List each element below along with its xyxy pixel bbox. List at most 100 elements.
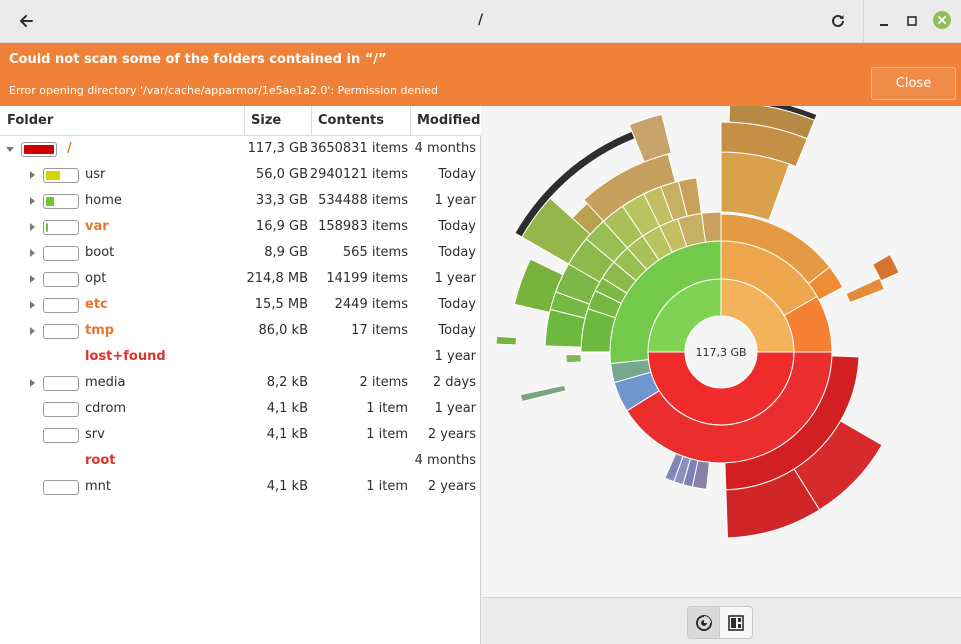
expander-right-icon[interactable] — [27, 248, 37, 258]
view-switcher-bar — [482, 597, 961, 644]
infobar-close-button[interactable]: Close — [871, 67, 956, 100]
folder-size: 8,9 GB — [264, 245, 308, 260]
folder-modified: Today — [438, 323, 476, 338]
ring-segment[interactable] — [845, 277, 886, 304]
folder-name: home — [85, 193, 122, 208]
folder-contents: 2940121 items — [309, 167, 408, 182]
folder-size: 86,0 kB — [258, 323, 308, 338]
tree-row[interactable]: etc 15,5 MB 2449 items Today — [0, 292, 481, 318]
tree-row[interactable]: media 8,2 kB 2 items 2 days — [0, 370, 481, 396]
ring-segment[interactable] — [495, 335, 518, 346]
column-contents[interactable]: Contents — [318, 113, 384, 128]
folder-contents: 534488 items — [318, 193, 408, 208]
window-title: / — [477, 12, 484, 28]
chart-center-label: 117,3 GB — [695, 346, 746, 359]
expander-right-icon[interactable] — [27, 274, 37, 284]
tree-row[interactable]: home 33,3 GB 534488 items 1 year — [0, 188, 481, 214]
rings-chart[interactable]: 117,3 GB — [482, 95, 961, 597]
treemap-view-button[interactable] — [720, 606, 753, 639]
folder-name: opt — [85, 271, 107, 286]
column-divider — [410, 106, 411, 136]
usage-bar — [21, 142, 57, 157]
folder-name: mnt — [85, 479, 111, 494]
rings-chart-icon — [695, 614, 712, 631]
folder-size: 4,1 kB — [266, 401, 308, 416]
treemap-chart-icon — [728, 614, 744, 631]
folder-contents: 14199 items — [326, 271, 408, 286]
folder-size: 4,1 kB — [266, 479, 308, 494]
folder-tree[interactable]: Folder Size Contents Modified /117,3 GB 3… — [0, 106, 481, 644]
tree-row[interactable]: cdrom 4,1 kB 1 item 1 year — [0, 396, 481, 422]
tree-row[interactable]: lost+found 1 year — [0, 344, 481, 370]
folder-size: 15,5 MB — [254, 297, 308, 312]
maximize-button[interactable] — [896, 6, 928, 36]
tree-row[interactable]: tmp 86,0 kB 17 items Today — [0, 318, 481, 344]
folder-contents: 17 items — [351, 323, 408, 338]
folder-size: 4,1 kB — [266, 427, 308, 442]
folder-modified: 2 years — [427, 479, 476, 494]
folder-modified: 4 months — [414, 141, 476, 156]
folder-modified: Today — [438, 245, 476, 260]
folder-size: 33,3 GB — [255, 193, 308, 208]
folder-contents: 3650831 items — [309, 141, 408, 156]
tree-row[interactable]: opt 214,8 MB 14199 items 1 year — [0, 266, 481, 292]
usage-bar — [43, 168, 79, 183]
usage-bar — [43, 220, 79, 235]
folder-name: srv — [85, 427, 105, 442]
folder-size: 214,8 MB — [246, 271, 308, 286]
column-size[interactable]: Size — [251, 113, 281, 128]
expander-right-icon[interactable] — [27, 196, 37, 206]
folder-name: etc — [85, 297, 108, 312]
tree-row[interactable]: srv 4,1 kB 1 item 2 years — [0, 422, 481, 448]
tree-row[interactable]: / 117,3 GB 3650831 items 4 months — [0, 136, 481, 162]
folder-modified: 1 year — [434, 193, 476, 208]
folder-modified: Today — [438, 297, 476, 312]
folder-contents: 565 items — [342, 245, 408, 260]
tree-row[interactable]: boot 8,9 GB 565 items Today — [0, 240, 481, 266]
column-divider — [244, 106, 245, 136]
folder-contents: 2 items — [359, 375, 408, 390]
usage-bar — [43, 480, 79, 495]
rings-view-button[interactable] — [687, 606, 720, 639]
usage-bar — [43, 324, 79, 339]
rings-chart-area[interactable]: 117,3 GB — [482, 95, 961, 597]
ring-segment[interactable] — [565, 353, 582, 364]
ring-segment[interactable] — [720, 151, 791, 222]
expander-down-icon[interactable] — [5, 144, 15, 154]
folder-name: var — [85, 219, 109, 234]
folder-modified: Today — [438, 219, 476, 234]
expander-right-icon[interactable] — [27, 326, 37, 336]
usage-bar — [43, 246, 79, 261]
usage-bar — [43, 194, 79, 209]
tree-row[interactable]: usr 56,0 GB 2940121 items Today — [0, 162, 481, 188]
folder-size: 56,0 GB — [255, 167, 308, 182]
tree-row[interactable]: mnt 4,1 kB 1 item 2 years — [0, 474, 481, 500]
column-modified[interactable]: Modified — [417, 113, 480, 128]
ring-segment[interactable] — [628, 113, 673, 163]
ring-segment[interactable] — [519, 384, 567, 403]
expander-right-icon[interactable] — [27, 378, 37, 388]
column-folder[interactable]: Folder — [7, 113, 53, 128]
expander-right-icon[interactable] — [27, 300, 37, 310]
tree-row[interactable]: root 4 months — [0, 448, 481, 474]
expander-right-icon[interactable] — [27, 170, 37, 180]
folder-modified: 2 years — [427, 427, 476, 442]
header-bar: / — [0, 0, 961, 43]
folder-size: 8,2 kB — [266, 375, 308, 390]
reload-button[interactable] — [822, 6, 854, 36]
minimize-icon — [880, 24, 888, 26]
expander-right-icon[interactable] — [27, 222, 37, 232]
tree-row[interactable]: var 16,9 GB 158983 items Today — [0, 214, 481, 240]
usage-bar-fill — [46, 197, 54, 206]
folder-modified: 1 year — [434, 349, 476, 364]
folder-name: cdrom — [85, 401, 127, 416]
ring-segment[interactable] — [700, 211, 722, 243]
ring-segment[interactable] — [871, 253, 900, 282]
usage-bar — [43, 428, 79, 443]
close-window-button[interactable] — [933, 11, 951, 29]
usage-bar — [43, 298, 79, 313]
usage-bar-fill — [24, 145, 54, 154]
folder-contents: 1 item — [366, 401, 408, 416]
column-divider — [311, 106, 312, 136]
folder-contents: 2449 items — [334, 297, 408, 312]
